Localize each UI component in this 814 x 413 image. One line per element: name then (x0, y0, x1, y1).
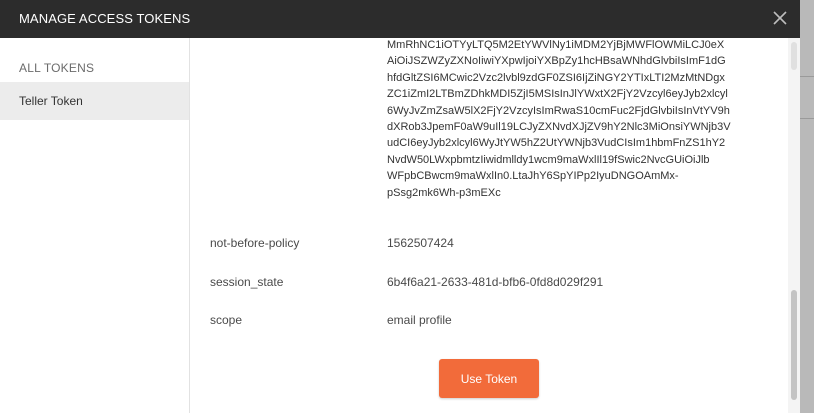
detail-label-not-before-policy: not-before-policy (210, 236, 300, 250)
detail-label-scope: scope (210, 313, 243, 327)
tokens-sidebar: ALL TOKENS Teller Token (0, 38, 190, 413)
token-line: NvdW50LWxpbmtzIiwidmlldy1wcm9maWxlIl19fS… (387, 153, 710, 166)
detail-value-scope: email profile (387, 313, 452, 327)
close-icon (773, 11, 787, 25)
background-divider (800, 118, 814, 119)
sidebar-heading: ALL TOKENS (19, 61, 95, 75)
token-line: MmRhNC1iOTYyLTQ5M2EtYWVlNy1iMDM2YjBjMWFl… (387, 39, 725, 51)
modal-header: MANAGE ACCESS TOKENS (0, 0, 800, 38)
token-line: AiOiJSZWZyZXNoIiwiYXpwIjoiYXBpZy1hcHBsaW… (387, 55, 726, 68)
token-line: dXRob3JpemF0aW9uIl19LCJyZXNvdXJjZV9hY2Nl… (387, 121, 731, 134)
token-line: udCI6eyJyb2xlcyl6WyJtYW5hZ2UtYWNjb3VudCI… (387, 137, 726, 150)
token-line: ZC1iZmI2LTBmZDhkMDI5ZjI5MSIsInJlYWxtX2Fj… (387, 88, 728, 101)
scrollbar-thumb-top (791, 42, 797, 70)
token-line: WFpbCBwcm9maWxlIn0.LtaJhY6SpYIPp2IyuDNGO… (387, 170, 679, 183)
detail-value-session-state: 6b4f6a21-2633-481d-bfb6-0fd8d029f291 (387, 275, 604, 289)
access-token-value: MmRhNC1iOTYyLTQ5M2EtYWVlNy1iMDM2YjBjMWFl… (387, 38, 767, 201)
sidebar-item-teller-token[interactable]: Teller Token (0, 82, 189, 120)
modal-title: MANAGE ACCESS TOKENS (19, 11, 191, 26)
token-details: MmRhNC1iOTYyLTQ5M2EtYWVlNy1iMDM2YjBjMWFl… (190, 38, 788, 413)
detail-value-not-before-policy: 1562507424 (387, 236, 454, 250)
sidebar-item-label: Teller Token (19, 94, 83, 108)
token-line: 6WyJvZmZsaW5lX2FjY2VzcyIsImRwaS10cmFuc2F… (387, 104, 730, 117)
token-line: pSsg2mk6Wh-p3mEXc (387, 186, 501, 199)
close-button[interactable] (770, 8, 790, 28)
detail-label-session-state: session_state (210, 275, 284, 289)
background-page-edge (800, 0, 814, 413)
manage-access-tokens-modal: MANAGE ACCESS TOKENS ALL TOKENS Teller T… (0, 0, 800, 413)
token-line: hfdGltZSI6MCwic2Vzc2lvbl9zdGF0ZSI6IjZiNG… (387, 71, 725, 84)
scrollbar-thumb[interactable] (791, 290, 797, 400)
use-token-button[interactable]: Use Token (439, 359, 539, 398)
background-divider (800, 76, 814, 77)
